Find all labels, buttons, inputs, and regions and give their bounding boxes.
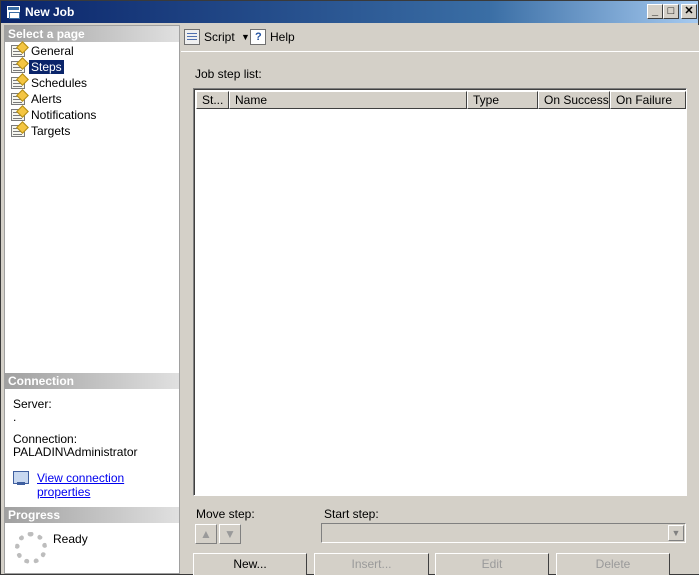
page-item-label: Schedules — [31, 76, 88, 90]
page-list: General Steps Schedules Alerts Notificat… — [9, 43, 177, 139]
column-header-type[interactable]: Type — [467, 91, 538, 109]
move-step-label: Move step: — [196, 507, 255, 521]
select-page-header: Select a page — [5, 26, 179, 42]
server-value: . — [13, 410, 17, 424]
maximize-button[interactable]: □ — [663, 4, 679, 19]
new-job-window: New Job _ □ ✕ Select a page General Step… — [0, 0, 699, 575]
arrow-down-icon: ▼ — [224, 527, 236, 541]
page-icon — [11, 77, 25, 89]
left-pane: Select a page General Steps Schedules Al… — [4, 25, 180, 574]
column-header-on-success[interactable]: On Success — [538, 91, 610, 109]
arrow-up-icon: ▲ — [200, 527, 212, 541]
page-item-schedules[interactable]: Schedules — [9, 75, 177, 91]
column-header-on-failure[interactable]: On Failure — [610, 91, 686, 109]
chevron-down-icon[interactable]: ▼ — [668, 525, 684, 541]
column-header-step[interactable]: St... — [196, 91, 229, 109]
insert-step-button[interactable]: Insert... — [314, 553, 429, 575]
page-icon — [11, 125, 25, 137]
connection-info: Server: . Connection: PALADIN\Administra… — [13, 398, 179, 459]
move-step-up-button[interactable]: ▲ — [195, 524, 217, 544]
help-icon — [250, 29, 266, 45]
start-step-label: Start step: — [324, 507, 379, 521]
view-connection-properties-link[interactable]: View connection properties — [37, 471, 179, 499]
minimize-button[interactable]: _ — [647, 4, 663, 19]
window-icon — [6, 5, 21, 19]
script-label: Script — [204, 30, 235, 44]
page-item-label: Alerts — [31, 92, 62, 106]
page-icon — [11, 93, 25, 105]
page-item-steps[interactable]: Steps — [9, 59, 177, 75]
start-step-select[interactable]: ▼ — [321, 523, 686, 543]
connection-header: Connection — [5, 373, 179, 389]
page-item-general[interactable]: General — [9, 43, 177, 59]
right-pane: Script ▼ Help Job step list: St... Name … — [181, 25, 699, 575]
delete-step-button[interactable]: Delete — [556, 553, 670, 575]
server-label: Server: — [13, 397, 52, 411]
page-item-targets[interactable]: Targets — [9, 123, 177, 139]
title-bar: New Job _ □ ✕ — [1, 1, 698, 23]
page-item-label: Steps — [29, 60, 64, 74]
toolbar: Script ▼ Help — [181, 25, 699, 49]
page-item-label: Notifications — [31, 108, 97, 122]
page-item-alerts[interactable]: Alerts — [9, 91, 177, 107]
help-label: Help — [270, 30, 295, 44]
script-icon — [184, 29, 200, 45]
progress-status: Ready — [53, 532, 88, 546]
window-title: New Job — [25, 5, 75, 19]
page-icon — [11, 61, 25, 73]
grid-header: St... Name Type On Success On Failure — [196, 91, 686, 109]
progress-spinner-icon — [15, 532, 47, 564]
page-item-label: General — [31, 44, 74, 58]
toolbar-divider — [181, 51, 699, 52]
column-header-name[interactable]: Name — [229, 91, 467, 109]
edit-step-button[interactable]: Edit — [435, 553, 549, 575]
close-button[interactable]: ✕ — [681, 4, 697, 19]
page-item-notifications[interactable]: Notifications — [9, 107, 177, 123]
script-dropdown-icon[interactable]: ▼ — [241, 28, 250, 46]
connection-properties-icon — [13, 471, 29, 485]
move-step-down-button[interactable]: ▼ — [219, 524, 241, 544]
page-icon — [11, 109, 25, 121]
page-icon — [11, 45, 25, 57]
new-step-button[interactable]: New... — [193, 553, 307, 575]
job-step-list-label: Job step list: — [195, 67, 262, 81]
progress-header: Progress — [5, 507, 179, 523]
page-item-label: Targets — [31, 124, 71, 138]
connection-value: PALADIN\Administrator — [13, 445, 138, 459]
job-step-grid[interactable]: St... Name Type On Success On Failure — [193, 88, 687, 496]
view-connection-properties[interactable]: View connection properties — [13, 470, 179, 499]
